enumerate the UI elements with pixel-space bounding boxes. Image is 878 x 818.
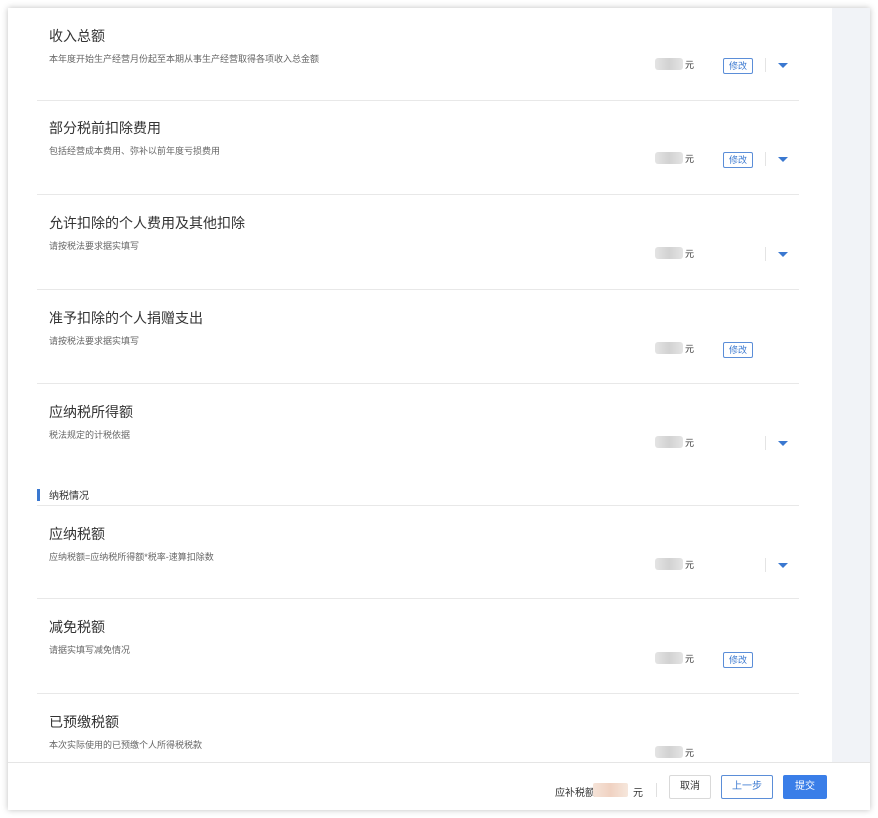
redacted-amount xyxy=(655,558,683,570)
row-title: 应纳税所得额 xyxy=(49,404,133,420)
amount-value: 元 xyxy=(655,58,695,72)
row-title: 已预缴税额 xyxy=(49,714,119,730)
row-title: 收入总额 xyxy=(49,28,105,44)
redacted-amount xyxy=(655,58,683,70)
divider xyxy=(765,152,766,166)
amount-unit: 元 xyxy=(685,748,695,758)
row-description: 包括经营成本费用、弥补以前年度亏损费用 xyxy=(49,146,221,156)
redacted-amount xyxy=(655,746,683,758)
cancel-button[interactable]: 取消 xyxy=(669,775,711,799)
amount-value: 元 xyxy=(655,247,695,261)
amount-unit: 元 xyxy=(685,344,695,354)
chevron-down-icon[interactable] xyxy=(778,441,788,446)
row-description: 税法规定的计税依据 xyxy=(49,430,131,440)
row-taxable-income: 应纳税所得额 税法规定的计税依据 元 xyxy=(37,384,799,478)
previous-step-button[interactable]: 上一步 xyxy=(721,775,773,799)
row-title: 准予扣除的个人捐赠支出 xyxy=(49,310,203,326)
edit-button[interactable]: 修改 xyxy=(723,58,753,74)
row-description: 本次实际使用的已预缴个人所得税税款 xyxy=(49,740,203,750)
row-description: 请据实填写减免情况 xyxy=(49,645,131,655)
amount-value: 元 xyxy=(655,342,695,356)
row-donation: 准予扣除的个人捐赠支出 请按税法要求据实填写 元 修改 xyxy=(37,290,799,384)
tax-due-label: 应补税额 xyxy=(555,788,595,799)
redacted-amount xyxy=(655,247,683,259)
chevron-down-icon[interactable] xyxy=(778,252,788,257)
amount-unit: 元 xyxy=(685,654,695,664)
amount-value: 元 xyxy=(655,558,695,572)
redacted-amount xyxy=(655,652,683,664)
section-title: 纳税情况 xyxy=(49,491,89,502)
row-title: 允许扣除的个人费用及其他扣除 xyxy=(49,215,245,231)
amount-value: 元 xyxy=(655,436,695,450)
amount-unit: 元 xyxy=(685,60,695,70)
edit-button[interactable]: 修改 xyxy=(723,652,753,668)
right-panel xyxy=(832,8,870,810)
edit-button[interactable]: 修改 xyxy=(723,342,753,358)
redacted-tax-due xyxy=(593,783,628,797)
row-pretax-deduction: 部分税前扣除费用 包括经营成本费用、弥补以前年度亏损费用 元 修改 xyxy=(37,100,799,195)
submit-button[interactable]: 提交 xyxy=(783,775,827,799)
divider xyxy=(765,558,766,572)
amount-value: 元 xyxy=(655,152,695,166)
tax-form-window: 收入总额 本年度开始生产经营月份起至本期从事生产经营取得各项收入总金额 元 修改… xyxy=(8,8,870,810)
divider xyxy=(765,58,766,72)
row-title: 部分税前扣除费用 xyxy=(49,120,161,136)
chevron-down-icon[interactable] xyxy=(778,563,788,568)
redacted-amount xyxy=(655,152,683,164)
divider xyxy=(765,247,766,261)
chevron-down-icon[interactable] xyxy=(778,63,788,68)
row-description: 请按税法要求据实填写 xyxy=(49,336,140,346)
row-description: 应纳税额=应纳税所得额*税率-速算扣除数 xyxy=(49,552,214,562)
edit-button[interactable]: 修改 xyxy=(723,152,753,168)
chevron-down-icon[interactable] xyxy=(778,157,788,162)
amount-value: 元 xyxy=(655,746,695,760)
row-personal-deduction: 允许扣除的个人费用及其他扣除 请按税法要求据实填写 元 xyxy=(37,195,799,290)
row-description: 请按税法要求据实填写 xyxy=(49,241,140,251)
redacted-amount xyxy=(655,342,683,354)
amount-unit: 元 xyxy=(685,560,695,570)
footer-divider xyxy=(656,783,657,797)
amount-unit: 元 xyxy=(685,154,695,164)
section-accent-bar xyxy=(37,489,40,501)
row-tax-payable: 应纳税额 应纳税额=应纳税所得额*税率-速算扣除数 元 xyxy=(37,506,799,599)
row-title: 减免税额 xyxy=(49,619,105,635)
row-description: 本年度开始生产经营月份起至本期从事生产经营取得各项收入总金额 xyxy=(49,54,320,64)
tax-due-unit: 元 xyxy=(633,788,643,799)
redacted-amount xyxy=(655,436,683,448)
row-income-total: 收入总额 本年度开始生产经营月份起至本期从事生产经营取得各项收入总金额 元 修改 xyxy=(37,8,799,101)
amount-unit: 元 xyxy=(685,438,695,448)
amount-value: 元 xyxy=(655,652,695,666)
amount-unit: 元 xyxy=(685,249,695,259)
row-title: 应纳税额 xyxy=(49,526,105,542)
divider xyxy=(765,436,766,450)
row-tax-reduction: 减免税额 请据实填写减免情况 元 修改 xyxy=(37,599,799,694)
footer-bar: 应补税额 元 取消 上一步 提交 xyxy=(8,762,870,810)
